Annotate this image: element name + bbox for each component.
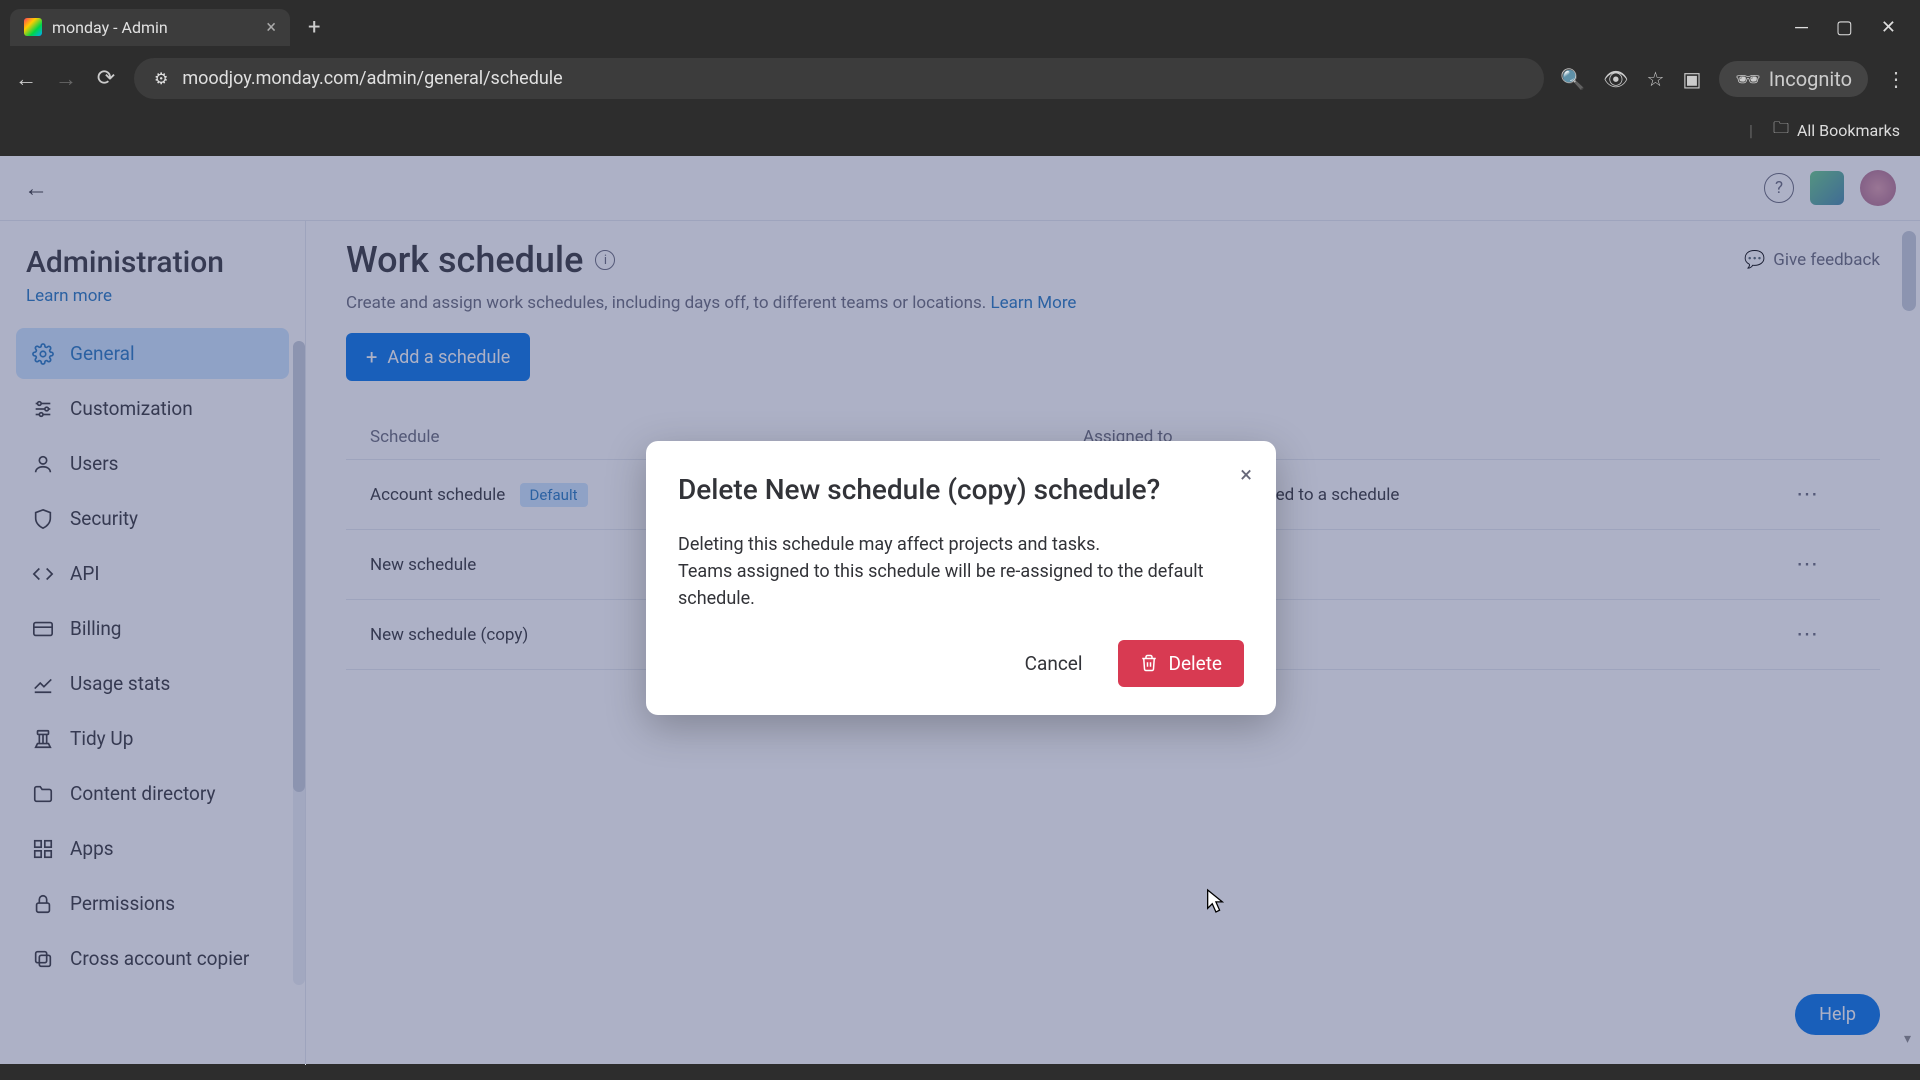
incognito-icon: 🕶 [1735,67,1760,91]
app-viewport: ← ? Administration Learn more General Cu… [0,156,1920,1064]
reload-icon[interactable]: ⟳ [94,66,118,91]
trash-icon [1140,654,1158,672]
tab-close-icon[interactable]: × [266,17,276,38]
close-window-icon[interactable]: ✕ [1881,17,1896,38]
back-icon[interactable]: ← [14,66,38,92]
folder-icon: 🗀 [1773,117,1789,144]
sidepanel-icon[interactable]: ▣ [1682,67,1701,91]
cancel-button[interactable]: Cancel [1007,640,1101,687]
bookmarks-bar: | 🗀 All Bookmarks [0,109,1920,156]
toolbar-right: 🔍 👁 ☆ ▣ 🕶 Incognito ⋮ [1560,61,1906,97]
eye-off-icon[interactable]: 👁 [1603,67,1628,91]
modal-actions: Cancel Delete [678,640,1244,687]
delete-label: Delete [1168,652,1222,675]
browser-menu-icon[interactable]: ⋮ [1886,67,1906,91]
maximize-icon[interactable]: ▢ [1836,17,1853,38]
all-bookmarks-link[interactable]: All Bookmarks [1797,121,1900,140]
favicon-icon [24,18,42,36]
url-input[interactable]: ⚙ moodjoy.monday.com/admin/general/sched… [134,58,1544,99]
modal-title: Delete New schedule (copy) schedule? [678,471,1244,509]
browser-tab[interactable]: monday - Admin × [10,9,290,46]
browser-chrome: monday - Admin × + ─ ▢ ✕ ← → ⟳ ⚙ moodjoy… [0,0,1920,156]
window-controls: ─ ▢ ✕ [1795,17,1910,38]
search-icon[interactable]: 🔍 [1560,67,1585,91]
site-settings-icon[interactable]: ⚙ [154,69,168,88]
tab-bar: monday - Admin × + ─ ▢ ✕ [0,0,1920,48]
tab-title: monday - Admin [52,18,168,37]
incognito-badge[interactable]: 🕶 Incognito [1719,61,1868,97]
delete-button[interactable]: Delete [1118,640,1244,687]
address-bar: ← → ⟳ ⚙ moodjoy.monday.com/admin/general… [0,48,1920,109]
url-text: moodjoy.monday.com/admin/general/schedul… [182,68,562,89]
delete-confirmation-modal: Delete New schedule (copy) schedule? × D… [646,441,1276,715]
modal-close-icon[interactable]: × [1240,463,1252,488]
incognito-label: Incognito [1769,67,1852,91]
modal-body: Deleting this schedule may affect projec… [678,531,1244,612]
new-tab-button[interactable]: + [298,11,330,44]
bookmark-star-icon[interactable]: ☆ [1647,67,1665,91]
minimize-icon[interactable]: ─ [1795,17,1808,38]
forward-icon: → [54,66,78,92]
